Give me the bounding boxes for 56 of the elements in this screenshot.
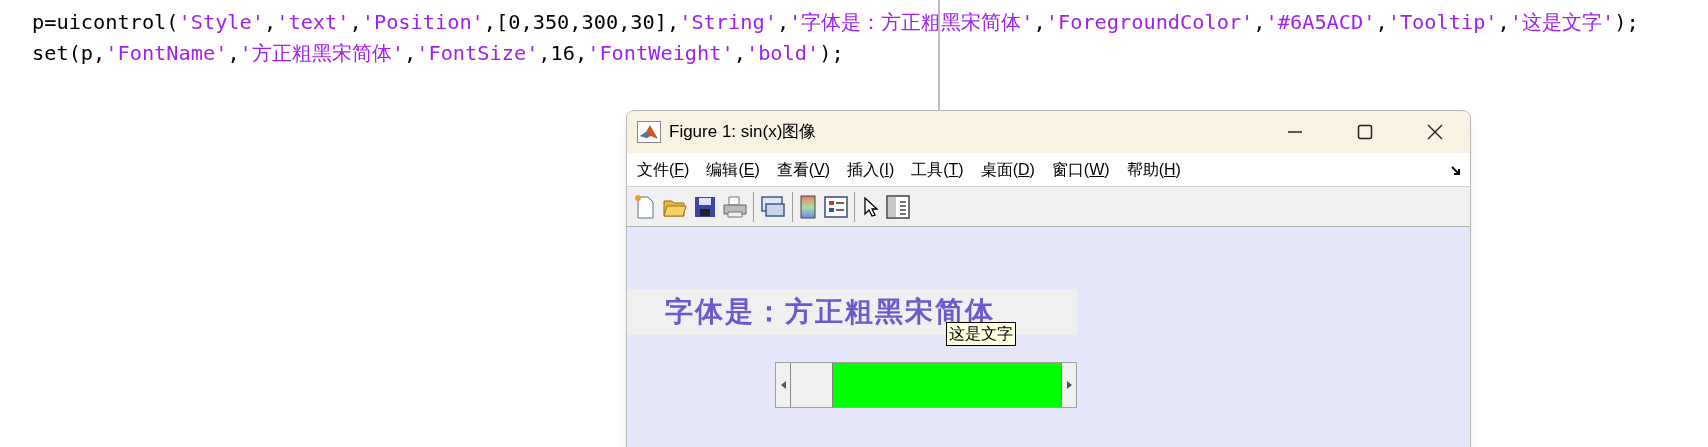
code-text: ,16, xyxy=(538,41,588,65)
new-file-icon[interactable] xyxy=(633,193,657,220)
code-text: , xyxy=(404,41,417,65)
tooltip: 这是文字 xyxy=(946,322,1016,346)
code-text: , xyxy=(1497,10,1510,34)
maximize-icon xyxy=(1357,124,1373,140)
menu-item[interactable]: 编辑(E) xyxy=(704,157,762,182)
string-literal: 'FontName' xyxy=(105,41,228,65)
menu-item[interactable]: 插入(I) xyxy=(845,157,897,182)
window-title: Figure 1: sin(x)图像 xyxy=(669,121,817,144)
legend-icon[interactable] xyxy=(823,194,849,219)
code-text: , xyxy=(264,10,277,34)
string-literal: 'ForegroundColor' xyxy=(1045,10,1254,34)
menu-item[interactable]: 查看(V) xyxy=(774,157,833,182)
menu-item[interactable]: 桌面(D) xyxy=(978,157,1037,182)
code-text: ,[0,350,300,30], xyxy=(483,10,680,34)
code-text: p=uicontrol( xyxy=(32,10,179,34)
string-literal: 'Tooltip' xyxy=(1387,10,1498,34)
string-literal: 'Style' xyxy=(178,10,264,34)
code-text: , xyxy=(227,41,240,65)
printer-icon[interactable] xyxy=(722,194,748,219)
string-literal: 'Position' xyxy=(361,10,484,34)
colorbar-icon[interactable] xyxy=(798,193,818,220)
code-text: , xyxy=(1253,10,1266,34)
menu-item[interactable]: 文件(F) xyxy=(635,157,692,182)
string-literal: 'text' xyxy=(276,10,350,34)
code-text: , xyxy=(349,10,362,34)
string-literal: 'String' xyxy=(679,10,777,34)
minimize-icon xyxy=(1288,131,1302,133)
code-text: , xyxy=(776,10,790,34)
code-text: , xyxy=(1033,10,1046,34)
save-icon[interactable] xyxy=(693,194,717,219)
close-icon xyxy=(1427,124,1443,140)
menu-item[interactable]: 窗口(W) xyxy=(1049,157,1112,182)
string-literal: '这是文字' xyxy=(1509,10,1615,34)
dock-arrow-icon[interactable] xyxy=(1451,166,1462,177)
string-literal: 'FontWeight' xyxy=(587,41,734,65)
right-arrow-icon xyxy=(1066,381,1072,389)
left-arrow-icon xyxy=(780,381,786,389)
string-literal: '方正粗黑宋简体' xyxy=(239,41,404,65)
slider-thumb[interactable] xyxy=(791,363,833,407)
string-literal: '#6A5ACD' xyxy=(1265,10,1376,34)
code-text: ); xyxy=(1614,10,1639,34)
code-text: set(p, xyxy=(32,41,106,65)
menu-item[interactable]: 工具(T) xyxy=(909,157,966,182)
menu-item[interactable]: 帮助(H) xyxy=(1124,157,1183,182)
string-literal: 'FontSize' xyxy=(416,41,539,65)
code-text: , xyxy=(733,41,746,65)
slider[interactable] xyxy=(775,362,1077,408)
property-panel-icon[interactable] xyxy=(885,193,911,220)
link-windows-icon[interactable] xyxy=(759,194,787,219)
code-text: , xyxy=(1375,10,1388,34)
code-text: ); xyxy=(819,41,844,65)
string-literal: 'bold' xyxy=(745,41,820,65)
string-literal: '字体是：方正粗黑宋简体' xyxy=(789,10,1034,34)
matlab-logo-icon xyxy=(637,121,661,143)
